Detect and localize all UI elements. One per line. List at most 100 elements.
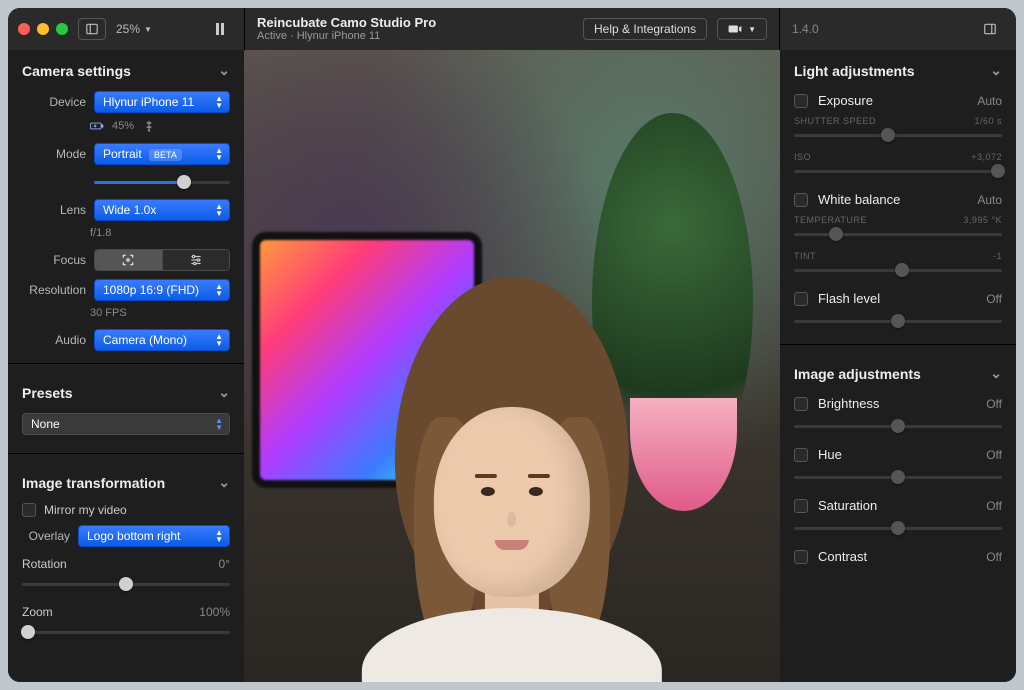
audio-row: Audio Camera (Mono) ▲▼ <box>8 325 244 355</box>
temperature-slider[interactable] <box>794 225 1002 243</box>
tint-value: -1 <box>993 251 1002 261</box>
zoom-slider[interactable] <box>22 623 230 641</box>
rotation-value: 0° <box>219 557 230 571</box>
flash-checkbox[interactable] <box>794 292 808 306</box>
zoom-label: Zoom <box>22 605 53 619</box>
camera-settings-header[interactable]: Camera settings ⌄ <box>8 50 244 87</box>
focus-label: Focus <box>22 253 86 267</box>
updown-icon: ▲▼ <box>215 417 223 431</box>
hue-row: Hue Off <box>780 441 1016 468</box>
saturation-checkbox[interactable] <box>794 499 808 513</box>
overlay-value: Logo bottom right <box>87 529 180 543</box>
sidebar-left-icon <box>85 22 99 36</box>
presets-select[interactable]: None ▲▼ <box>22 413 230 435</box>
updown-icon: ▲▼ <box>215 529 223 543</box>
device-status: 45% <box>8 117 244 139</box>
brightness-value: Off <box>986 397 1002 411</box>
close-button[interactable] <box>18 23 30 35</box>
zoom-level-label: 25% <box>116 22 140 36</box>
minimize-button[interactable] <box>37 23 49 35</box>
updown-icon: ▲▼ <box>215 147 223 161</box>
exposure-checkbox[interactable] <box>794 94 808 108</box>
white-balance-checkbox[interactable] <box>794 193 808 207</box>
mode-value: Portrait <box>103 147 142 161</box>
toggle-left-panel-button[interactable] <box>78 18 106 40</box>
chevron-down-icon: ▼ <box>748 25 756 34</box>
iso-label: ISO <box>794 152 811 162</box>
device-select[interactable]: Hlynur iPhone 11 ▲▼ <box>94 91 230 113</box>
white-balance-row: White balance Auto <box>780 186 1016 213</box>
rotation-row: Rotation 0° <box>8 551 244 599</box>
version-label: 1.4.0 <box>792 22 819 36</box>
battery-charging-icon <box>90 119 104 133</box>
mode-slider[interactable] <box>94 173 230 191</box>
temperature-label-row: TEMPERATURE 3,995 °K <box>780 213 1016 225</box>
updown-icon: ▲▼ <box>215 203 223 217</box>
lens-value: Wide 1.0x <box>103 203 156 217</box>
titlebar-right: 1.4.0 <box>780 8 1016 50</box>
camera-source-dropdown[interactable]: ▼ <box>717 18 767 40</box>
left-panel: Camera settings ⌄ Device Hlynur iPhone 1… <box>8 50 244 682</box>
audio-select[interactable]: Camera (Mono) ▲▼ <box>94 329 230 351</box>
temperature-label: TEMPERATURE <box>794 215 867 225</box>
contrast-checkbox[interactable] <box>794 550 808 564</box>
light-adjustments-header[interactable]: Light adjustments ⌄ <box>780 50 1016 87</box>
sidebar-right-icon <box>983 22 997 36</box>
fullscreen-button[interactable] <box>56 23 68 35</box>
zoom-value: 100% <box>199 605 230 619</box>
tint-slider[interactable] <box>794 261 1002 279</box>
resolution-select[interactable]: 1080p 16:9 (FHD) ▲▼ <box>94 279 230 301</box>
toggle-right-panel-button[interactable] <box>976 18 1004 40</box>
iso-slider[interactable] <box>794 162 1002 180</box>
iso-label-row: ISO +3,072 <box>780 150 1016 162</box>
zoom-level-dropdown[interactable]: 25% ▼ <box>116 22 152 36</box>
overlay-select[interactable]: Logo bottom right ▲▼ <box>78 525 230 547</box>
flash-slider[interactable] <box>794 312 1002 330</box>
contrast-row: Contrast Off <box>780 543 1016 570</box>
hue-label: Hue <box>818 447 976 462</box>
chevron-down-icon: ⌄ <box>990 62 1002 79</box>
focus-target-icon <box>121 253 135 267</box>
chevron-down-icon: ⌄ <box>990 365 1002 382</box>
iso-value: +3,072 <box>971 152 1002 162</box>
contrast-label: Contrast <box>818 549 976 564</box>
lens-select[interactable]: Wide 1.0x ▲▼ <box>94 199 230 221</box>
overlay-label: Overlay <box>22 529 70 543</box>
image-transformation-header[interactable]: Image transformation ⌄ <box>8 462 244 499</box>
app-title: Reincubate Camo Studio Pro <box>257 15 436 31</box>
mode-select[interactable]: Portrait BETA ▲▼ <box>94 143 230 165</box>
chevron-down-icon: ⌄ <box>218 62 230 79</box>
video-preview <box>244 50 780 682</box>
image-adjustments-header[interactable]: Image adjustments ⌄ <box>780 353 1016 390</box>
app-subtitle: Active · Hlynur iPhone 11 <box>257 30 436 43</box>
device-row: Device Hlynur iPhone 11 ▲▼ <box>8 87 244 117</box>
overlay-row: Overlay Logo bottom right ▲▼ <box>8 521 244 551</box>
beta-badge: BETA <box>149 149 182 161</box>
tint-label: TINT <box>794 251 816 261</box>
focus-manual-button[interactable] <box>163 250 230 270</box>
help-integrations-button[interactable]: Help & Integrations <box>583 18 707 40</box>
usb-icon <box>142 119 156 133</box>
brightness-slider[interactable] <box>794 417 1002 435</box>
white-balance-label: White balance <box>818 192 967 207</box>
lens-aperture: f/1.8 <box>8 225 244 245</box>
rotation-slider[interactable] <box>22 575 230 593</box>
mirror-checkbox[interactable] <box>22 503 36 517</box>
saturation-label: Saturation <box>818 498 976 513</box>
resolution-fps: 30 FPS <box>8 305 244 325</box>
brightness-row: Brightness Off <box>780 390 1016 417</box>
pause-button[interactable] <box>206 18 234 40</box>
presets-header[interactable]: Presets ⌄ <box>8 372 244 409</box>
hue-slider[interactable] <box>794 468 1002 486</box>
focus-segmented[interactable] <box>94 249 230 271</box>
section-title: Image adjustments <box>794 366 921 382</box>
mode-row: Mode Portrait BETA ▲▼ <box>8 139 244 169</box>
saturation-slider[interactable] <box>794 519 1002 537</box>
brightness-checkbox[interactable] <box>794 397 808 411</box>
hue-checkbox[interactable] <box>794 448 808 462</box>
focus-auto-button[interactable] <box>95 250 162 270</box>
resolution-label: Resolution <box>22 283 86 297</box>
shutter-slider[interactable] <box>794 126 1002 144</box>
chevron-down-icon: ▼ <box>144 25 152 34</box>
updown-icon: ▲▼ <box>215 333 223 347</box>
